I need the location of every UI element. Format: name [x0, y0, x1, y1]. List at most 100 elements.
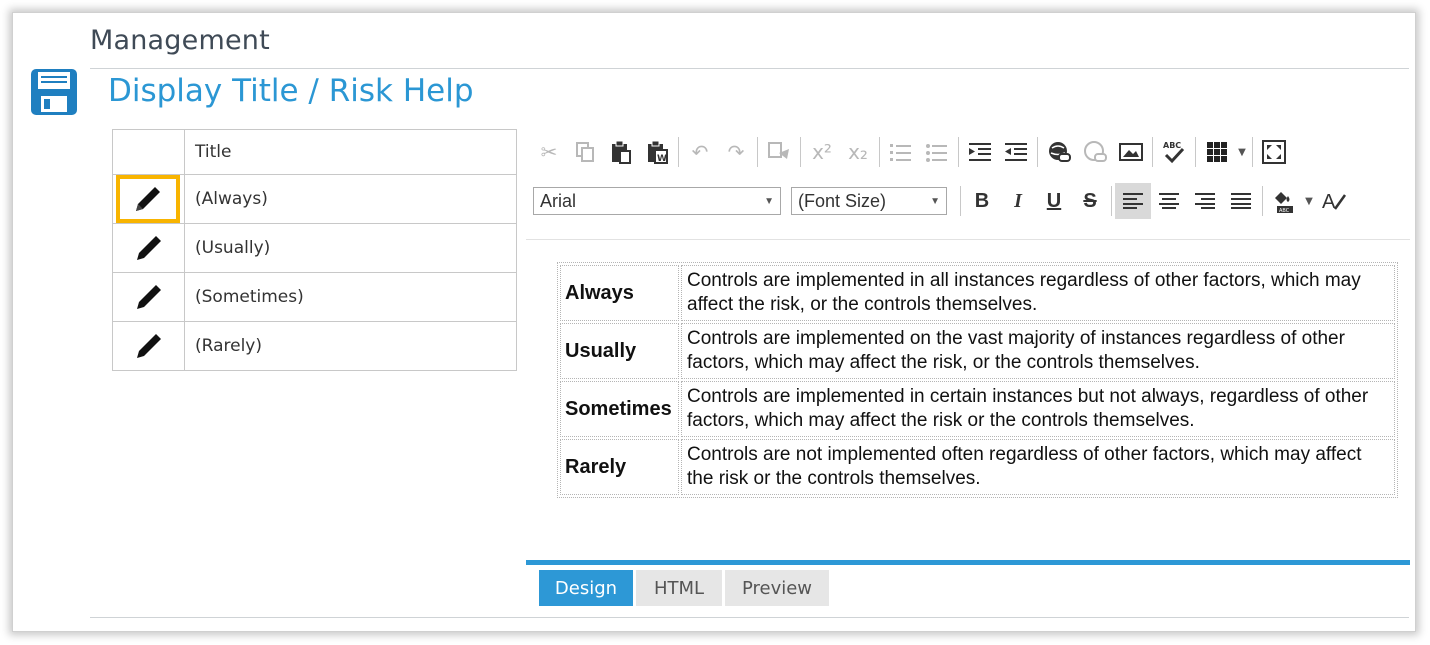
content-row: Sometimes Controls are implemented in ce… — [560, 381, 1395, 437]
font-family-select[interactable]: Arial ▼ — [533, 187, 781, 215]
toolbar-row-2: Arial ▼ (Font Size) ▼ B I U S ABC ▼ A — [533, 181, 1352, 221]
toolbar-separator — [1262, 186, 1263, 216]
align-center-icon[interactable] — [1151, 183, 1187, 219]
outdent-icon[interactable] — [998, 134, 1034, 170]
text-color-icon[interactable]: ABC — [1266, 183, 1302, 219]
section-title: Management — [90, 25, 270, 56]
rich-text-editor: ✂ W ↶ ↷ x² x₂ ABC ▼ Arial ▼ (Font Size) … — [526, 129, 1410, 609]
pencil-icon — [136, 334, 161, 358]
content-row: Usually Controls are implemented on the … — [560, 323, 1395, 379]
tab-preview[interactable]: Preview — [725, 570, 829, 606]
grid-cell-title[interactable]: (Sometimes) — [184, 272, 517, 322]
tab-design[interactable]: Design — [539, 570, 633, 606]
content-level: Sometimes — [560, 381, 679, 437]
align-left-icon[interactable] — [1115, 183, 1151, 219]
toolbar-row-1: ✂ W ↶ ↷ x² x₂ ABC ▼ — [531, 132, 1292, 172]
editor-content-table[interactable]: Always Controls are implemented in all i… — [557, 262, 1398, 498]
insert-link-icon[interactable] — [1041, 134, 1077, 170]
superscript-icon[interactable]: x² — [804, 134, 840, 170]
header-divider — [90, 68, 1409, 69]
subscript-icon[interactable]: x₂ — [840, 134, 876, 170]
align-right-icon[interactable] — [1187, 183, 1223, 219]
strikethrough-button[interactable]: S — [1072, 183, 1108, 219]
numbered-list-icon[interactable] — [883, 134, 919, 170]
editor-mode-bar — [526, 560, 1410, 565]
insert-table-icon[interactable] — [1199, 134, 1235, 170]
pencil-icon — [136, 285, 161, 309]
toolbar-separator — [1152, 137, 1153, 167]
title-grid: Title (Always) (Usually) (Sometimes) (Ra… — [112, 129, 517, 371]
cut-icon[interactable]: ✂ — [531, 134, 567, 170]
pencil-icon — [136, 187, 160, 211]
save-icon[interactable] — [29, 68, 79, 116]
grid-row-sometimes[interactable]: (Sometimes) — [112, 272, 517, 322]
toolbar-separator — [800, 137, 801, 167]
grid-row-rarely[interactable]: (Rarely) — [112, 321, 517, 371]
paste-icon[interactable] — [603, 134, 639, 170]
bullet-list-icon[interactable] — [919, 134, 955, 170]
toolbar-separator — [1037, 137, 1038, 167]
edit-button[interactable] — [113, 224, 184, 272]
edit-button[interactable] — [113, 322, 184, 370]
toolbar-separator — [1195, 137, 1196, 167]
content-description: Controls are implemented on the vast maj… — [681, 323, 1395, 379]
toolbar-separator — [1111, 186, 1112, 216]
justify-icon[interactable] — [1223, 183, 1259, 219]
clear-formatting-icon[interactable]: A — [1316, 183, 1352, 219]
content-row: Rarely Controls are not implemented ofte… — [560, 439, 1395, 495]
toolbar-separator — [757, 137, 758, 167]
content-level: Rarely — [560, 439, 679, 495]
page-title: Display Title / Risk Help — [108, 73, 474, 109]
grid-row-always[interactable]: (Always) — [112, 174, 517, 224]
text-color-dropdown-arrow[interactable]: ▼ — [1302, 196, 1316, 207]
paste-from-word-icon[interactable]: W — [639, 134, 675, 170]
svg-text:W: W — [657, 154, 667, 164]
toolbar-separator — [678, 137, 679, 167]
toolbar-separator — [960, 186, 961, 216]
spellcheck-icon[interactable]: ABC — [1156, 134, 1192, 170]
svg-text:A: A — [1322, 191, 1336, 213]
edit-button[interactable] — [116, 175, 180, 223]
font-size-value: (Font Size) — [798, 190, 887, 211]
chevron-down-icon: ▼ — [930, 195, 940, 207]
svg-text:ABC: ABC — [1279, 208, 1290, 214]
content-description: Controls are not implemented often regar… — [681, 439, 1395, 495]
bold-button[interactable]: B — [964, 183, 1000, 219]
remove-link-icon[interactable] — [1077, 134, 1113, 170]
footer-divider — [90, 617, 1409, 618]
grid-header-row: Title — [112, 129, 517, 175]
redo-icon[interactable]: ↷ — [718, 134, 754, 170]
font-size-select[interactable]: (Font Size) ▼ — [791, 187, 947, 215]
toolbar-divider — [526, 239, 1410, 240]
insert-image-icon[interactable] — [1113, 134, 1149, 170]
indent-icon[interactable] — [962, 134, 998, 170]
italic-button[interactable]: I — [1000, 183, 1036, 219]
edit-button[interactable] — [113, 273, 184, 321]
content-level: Usually — [560, 323, 679, 379]
grid-cell-title[interactable]: (Always) — [184, 174, 517, 224]
tab-html[interactable]: HTML — [636, 570, 722, 606]
table-dropdown-arrow[interactable]: ▼ — [1235, 147, 1249, 158]
copy-icon[interactable] — [567, 134, 603, 170]
pencil-icon — [136, 236, 161, 260]
undo-icon[interactable]: ↶ — [682, 134, 718, 170]
toolbar-separator — [1252, 137, 1253, 167]
content-description: Controls are implemented in all instance… — [681, 265, 1395, 321]
grid-cell-title[interactable]: (Usually) — [184, 223, 517, 273]
content-row: Always Controls are implemented in all i… — [560, 265, 1395, 321]
format-painter-icon[interactable] — [761, 134, 797, 170]
toolbar-separator — [958, 137, 959, 167]
chevron-down-icon: ▼ — [764, 195, 774, 207]
toolbar-separator — [879, 137, 880, 167]
editor-mode-tabs: Design HTML Preview — [539, 570, 832, 606]
grid-row-usually[interactable]: (Usually) — [112, 223, 517, 273]
font-family-value: Arial — [540, 190, 577, 211]
content-description: Controls are implemented in certain inst… — [681, 381, 1395, 437]
grid-header-action — [112, 129, 185, 175]
grid-header-title[interactable]: Title — [184, 129, 517, 175]
app-frame: Management Display Title / Risk Help Tit… — [12, 12, 1416, 632]
grid-cell-title[interactable]: (Rarely) — [184, 321, 517, 371]
fullscreen-icon[interactable] — [1256, 134, 1292, 170]
svg-text:ABC: ABC — [1163, 141, 1181, 150]
underline-button[interactable]: U — [1036, 183, 1072, 219]
